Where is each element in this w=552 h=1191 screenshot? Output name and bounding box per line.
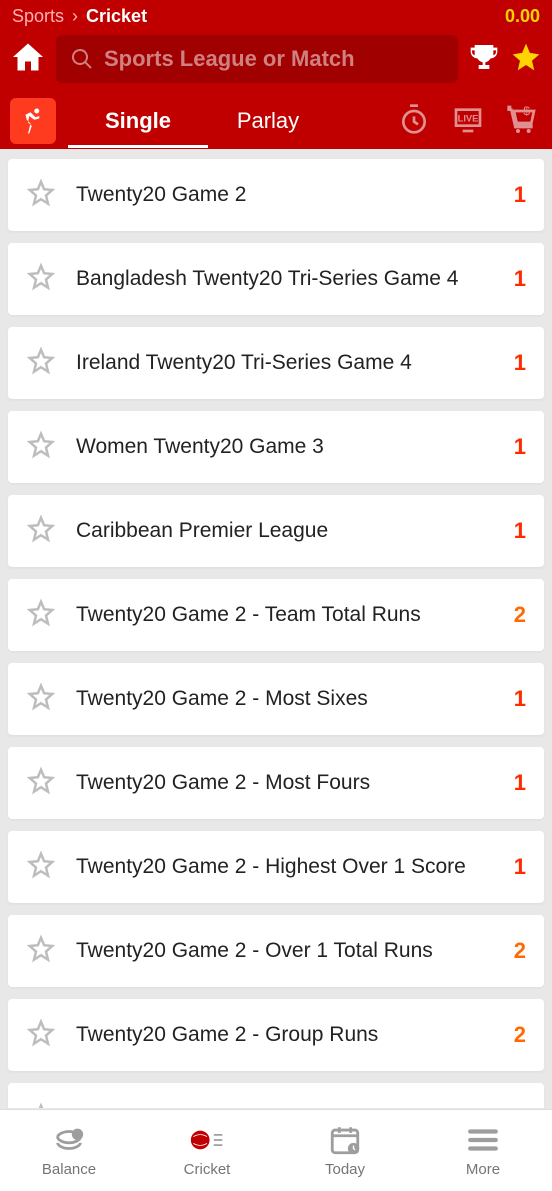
betslip-cart-icon[interactable]: $ — [506, 103, 538, 140]
league-title: Twenty20 Game 2 - Over 1 Total Runs — [76, 939, 514, 963]
nav-more-label: More — [466, 1161, 500, 1178]
league-title: Twenty20 Game 2 - Most Fours — [76, 771, 514, 795]
trophy-icon[interactable] — [468, 41, 500, 78]
svg-text:LIVE: LIVE — [458, 113, 479, 123]
star-outline-icon[interactable] — [26, 178, 56, 213]
league-title: Twenty20 Game 2 - Most Sixes — [76, 687, 514, 711]
league-card[interactable]: Caribbean Premier League1 — [8, 495, 544, 567]
search-input[interactable] — [104, 46, 444, 72]
favorites-star-icon[interactable] — [510, 41, 542, 78]
star-outline-icon[interactable] — [26, 430, 56, 465]
balance-amount[interactable]: 0.00 — [505, 6, 540, 27]
league-count: 1 — [514, 266, 526, 292]
live-icon[interactable]: LIVE — [452, 103, 484, 140]
league-list: Twenty20 Game 21Bangladesh Twenty20 Tri-… — [0, 149, 552, 1108]
league-count: 2 — [514, 938, 526, 964]
league-card[interactable]: Twenty20 Game 2 - Most Sixes1 — [8, 663, 544, 735]
nav-balance[interactable]: Balance — [0, 1110, 138, 1191]
bet-tabs: Single Parlay LIVE $ — [0, 93, 552, 149]
tab-parlay[interactable]: Parlay — [208, 108, 328, 134]
league-title: Twenty20 Game 2 - Group Runs — [76, 1023, 514, 1047]
league-card[interactable]: Twenty20 Game 2 - Most Fours1 — [8, 747, 544, 819]
league-count: 1 — [514, 518, 526, 544]
breadcrumb-current: Cricket — [86, 6, 147, 27]
league-title: Caribbean Premier League — [76, 519, 514, 543]
league-count: 1 — [514, 434, 526, 460]
league-card[interactable]: Twenty20 Game 2 - Group Runs2 — [8, 999, 544, 1071]
league-title: Twenty20 Game 2 - Highest Opening — [76, 1107, 514, 1108]
running-icon[interactable] — [10, 98, 56, 144]
league-count: 1 — [514, 854, 526, 880]
search-icon — [70, 47, 94, 71]
nav-today-label: Today — [325, 1161, 365, 1178]
topbar — [0, 29, 552, 93]
star-outline-icon[interactable] — [26, 682, 56, 717]
bottom-nav: Balance Cricket Today More — [0, 1109, 552, 1191]
league-count: 2 — [514, 602, 526, 628]
star-outline-icon[interactable] — [26, 514, 56, 549]
league-card[interactable]: Bangladesh Twenty20 Tri-Series Game 41 — [8, 243, 544, 315]
league-card[interactable]: Women Twenty20 Game 31 — [8, 411, 544, 483]
star-outline-icon[interactable] — [26, 934, 56, 969]
league-card[interactable]: Twenty20 Game 2 - Team Total Runs2 — [8, 579, 544, 651]
star-outline-icon[interactable] — [26, 598, 56, 633]
league-title: Bangladesh Twenty20 Tri-Series Game 4 — [76, 267, 514, 291]
star-outline-icon[interactable] — [26, 262, 56, 297]
league-card[interactable]: Twenty20 Game 2 - Highest Over 1 Score1 — [8, 831, 544, 903]
breadcrumb: Sports › Cricket 0.00 — [0, 0, 552, 29]
tab-single[interactable]: Single — [68, 108, 208, 134]
league-title: Women Twenty20 Game 3 — [76, 435, 514, 459]
league-count: 1 — [514, 686, 526, 712]
svg-text:$: $ — [523, 104, 530, 118]
breadcrumb-root[interactable]: Sports — [12, 6, 64, 27]
league-title: Ireland Twenty20 Tri-Series Game 4 — [76, 351, 514, 375]
league-card[interactable]: Ireland Twenty20 Tri-Series Game 41 — [8, 327, 544, 399]
star-outline-icon[interactable] — [26, 850, 56, 885]
star-outline-icon[interactable] — [26, 766, 56, 801]
league-title: Twenty20 Game 2 - Team Total Runs — [76, 603, 514, 627]
nav-cricket[interactable]: Cricket — [138, 1110, 276, 1191]
league-title: Twenty20 Game 2 - Highest Over 1 Score — [76, 855, 514, 879]
league-count: 1 — [514, 350, 526, 376]
league-count: 2 — [514, 1022, 526, 1048]
nav-cricket-label: Cricket — [184, 1161, 231, 1178]
nav-balance-label: Balance — [42, 1161, 96, 1178]
star-outline-icon[interactable] — [26, 1018, 56, 1053]
header: Sports › Cricket 0.00 Single Parlay LIVE… — [0, 0, 552, 149]
league-count: 1 — [514, 182, 526, 208]
breadcrumb-sep: › — [72, 6, 78, 27]
nav-today[interactable]: Today — [276, 1110, 414, 1191]
league-card[interactable]: Twenty20 Game 2 - Highest Opening1 — [8, 1083, 544, 1108]
home-icon[interactable] — [10, 39, 46, 80]
nav-more[interactable]: More — [414, 1110, 552, 1191]
league-count: 1 — [514, 1106, 526, 1108]
league-card[interactable]: Twenty20 Game 21 — [8, 159, 544, 231]
timer-icon[interactable] — [398, 103, 430, 140]
league-count: 1 — [514, 770, 526, 796]
search-box[interactable] — [56, 35, 458, 83]
league-title: Twenty20 Game 2 — [76, 183, 514, 207]
star-outline-icon[interactable] — [26, 346, 56, 381]
star-outline-icon[interactable] — [26, 1102, 56, 1109]
league-card[interactable]: Twenty20 Game 2 - Over 1 Total Runs2 — [8, 915, 544, 987]
